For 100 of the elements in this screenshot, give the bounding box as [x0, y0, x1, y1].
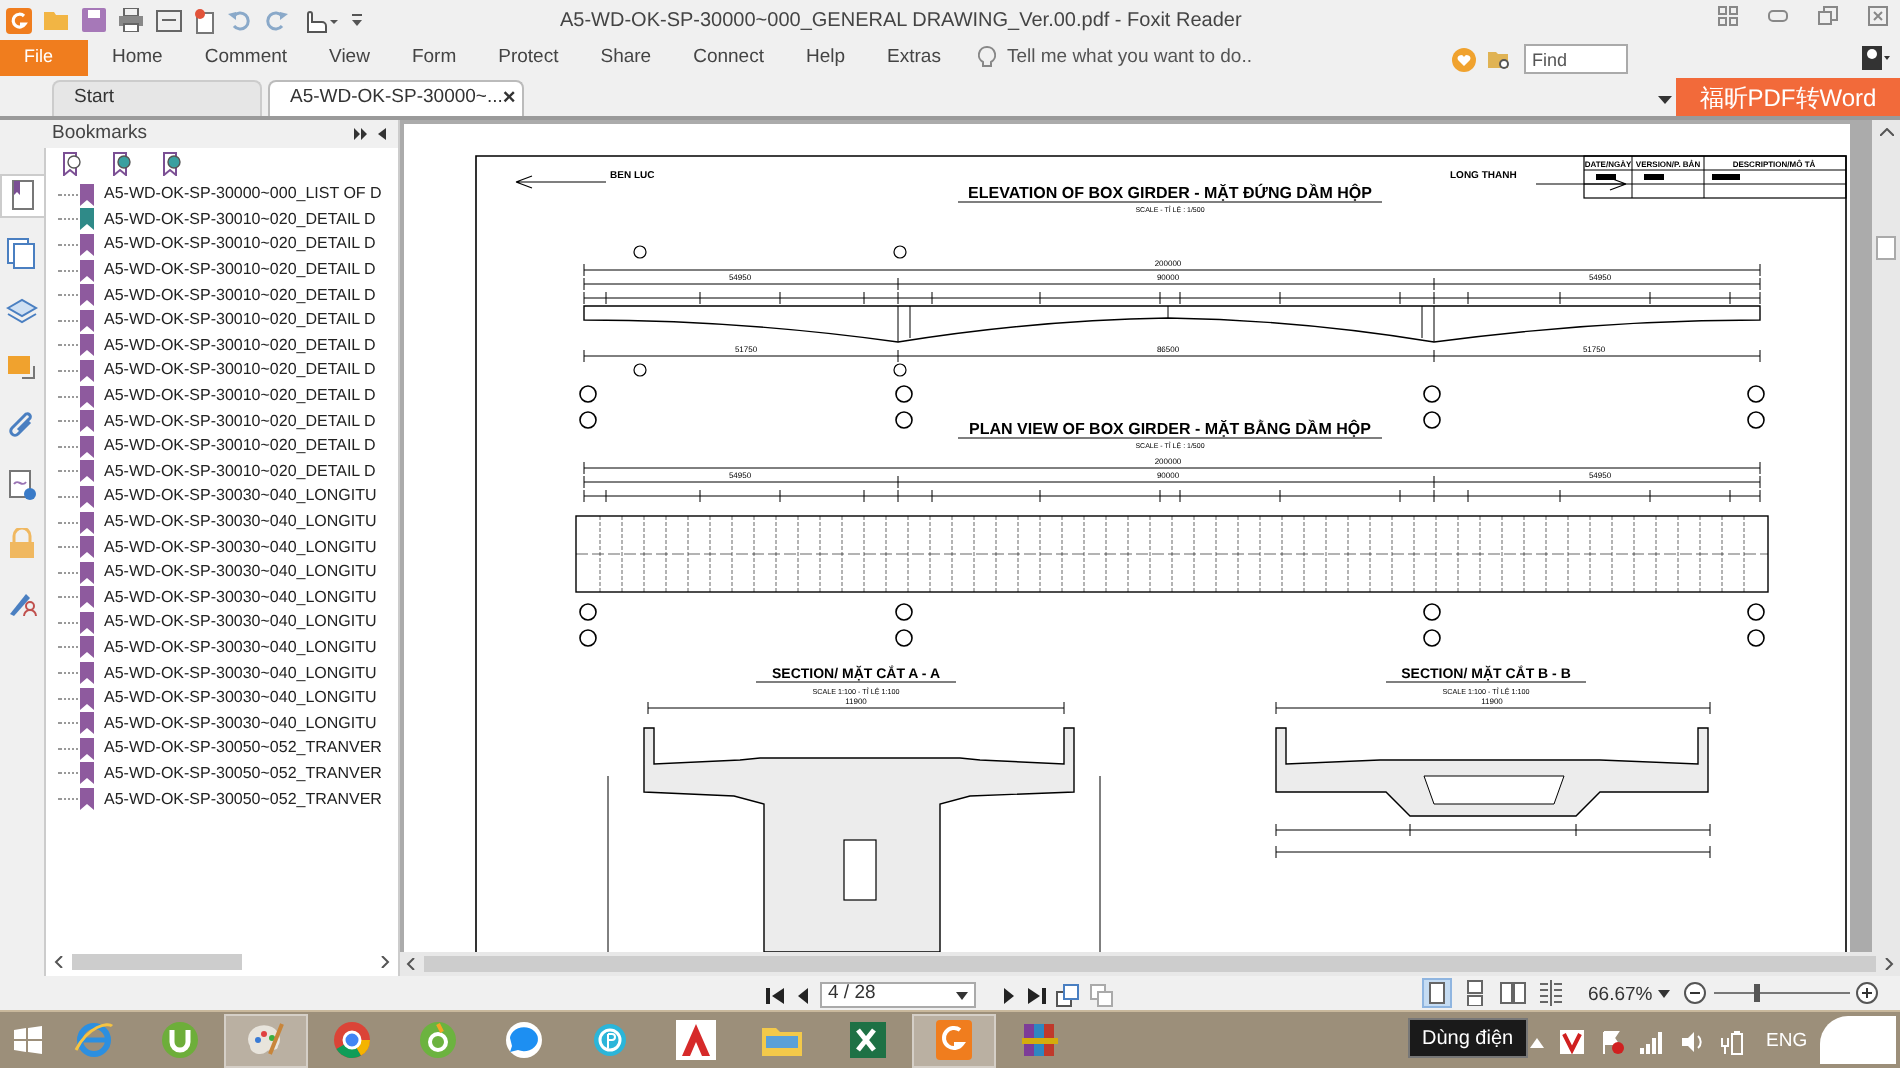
scroll-up-icon[interactable] [1879, 128, 1893, 136]
view-mode-button[interactable] [1498, 978, 1528, 1008]
menu-item[interactable]: Connect [693, 43, 764, 73]
v-shield-icon[interactable] [1560, 1030, 1584, 1055]
menu-item[interactable]: Protect [498, 43, 559, 73]
window-icon[interactable] [156, 9, 182, 31]
bookmark-item[interactable]: A5-WD-OK-SP-30010~020_DETAIL D [104, 283, 376, 308]
print-icon[interactable] [118, 8, 144, 32]
document-tab[interactable]: A5-WD-OK-SP-30000~...× [268, 80, 524, 116]
dropdown-icon[interactable] [352, 12, 362, 28]
view-mode-button[interactable] [1422, 978, 1452, 1008]
bookmark-item[interactable]: A5-WD-OK-SP-30030~040_LONGITU [104, 661, 377, 686]
scroll-left-icon[interactable] [54, 956, 64, 968]
next-page-icon[interactable] [1002, 985, 1016, 1005]
user-icon[interactable] [1862, 46, 1890, 70]
bookmark-item[interactable]: A5-WD-OK-SP-30030~040_LONGITU [104, 686, 377, 711]
slider-thumb[interactable] [1753, 984, 1759, 1002]
caret-icon[interactable] [1658, 96, 1672, 104]
folder-search-icon[interactable] [1488, 47, 1512, 71]
bookmark-item[interactable]: A5-WD-OK-SP-30050~052_TRANVER [104, 787, 382, 812]
page-number-field[interactable]: 4 / 28 [820, 982, 976, 1008]
speaker-icon[interactable] [1680, 1030, 1704, 1055]
bookmark-item[interactable]: A5-WD-OK-SP-30030~040_LONGITU [104, 535, 377, 560]
find-field[interactable]: Find [1524, 44, 1628, 74]
expand-icon[interactable] [354, 128, 368, 140]
menu-item[interactable]: Help [805, 43, 846, 73]
close-icon[interactable] [1868, 6, 1888, 26]
bookmark-item[interactable]: A5-WD-OK-SP-30030~040_LONGITU [104, 484, 377, 509]
bookmark-item[interactable]: A5-WD-OK-SP-30010~020_DETAIL D [104, 333, 376, 358]
bookmark-item[interactable]: A5-WD-OK-SP-30030~040_LONGITU [104, 610, 377, 635]
new-document-icon[interactable] [194, 7, 216, 33]
save-icon[interactable] [82, 8, 106, 32]
previous-page-icon[interactable] [796, 985, 810, 1005]
last-page-icon[interactable] [1026, 985, 1046, 1005]
bookmark-item[interactable]: A5-WD-OK-SP-30010~020_DETAIL D [104, 308, 376, 333]
signal-icon[interactable] [1640, 1030, 1664, 1055]
triangle-logo-icon [674, 1018, 718, 1062]
bookmark-item[interactable]: A5-WD-OK-SP-30010~020_DETAIL D [104, 232, 376, 257]
bookmark-item[interactable]: A5-WD-OK-SP-30010~020_DETAIL D [104, 358, 376, 383]
bookmark-item[interactable]: A5-WD-OK-SP-30000~000_LIST OF D [104, 182, 382, 207]
signed-document-icon [6, 470, 38, 502]
grid-icon[interactable] [1718, 6, 1738, 26]
menu-item[interactable]: Extras [887, 43, 941, 73]
bookmark-item[interactable]: A5-WD-OK-SP-30010~020_DETAIL D [104, 207, 376, 232]
flag-icon[interactable] [1600, 1030, 1624, 1055]
menu-item[interactable]: Form [411, 43, 457, 73]
bookmark-item[interactable]: A5-WD-OK-SP-30010~020_DETAIL D [104, 384, 376, 409]
bookmark-item[interactable]: A5-WD-OK-SP-30050~052_TRANVER [104, 736, 382, 761]
caret-icon[interactable] [956, 991, 968, 999]
scroll-right-icon[interactable] [1884, 958, 1894, 970]
zoom-in-icon[interactable] [1856, 982, 1878, 1004]
battery-plug-icon[interactable] [1720, 1029, 1744, 1056]
pier-marker [895, 385, 913, 403]
collapse-icon[interactable] [378, 128, 386, 140]
scroll-thumb[interactable] [1876, 236, 1896, 260]
taskbar-button[interactable] [224, 1013, 308, 1067]
minimize-icon[interactable] [1768, 10, 1788, 22]
bookmark-item[interactable]: A5-WD-OK-SP-30030~040_LONGITU [104, 510, 377, 535]
bookmark-item[interactable]: A5-WD-OK-SP-30030~040_LONGITU [104, 711, 377, 736]
bookmark-item[interactable]: A5-WD-OK-SP-30010~020_DETAIL D [104, 434, 376, 459]
bookmark-item[interactable]: A5-WD-OK-SP-30010~020_DETAIL D [104, 459, 376, 484]
lightbulb-icon[interactable] [978, 46, 997, 70]
bookmark-item[interactable]: A5-WD-OK-SP-30030~040_LONGITU [104, 560, 377, 585]
pier-marker [1747, 385, 1765, 403]
spreadsheet-icon [846, 1018, 890, 1062]
bookmark-item[interactable]: A5-WD-OK-SP-30010~020_DETAIL D [104, 409, 376, 434]
windows-logo-icon[interactable] [14, 1026, 42, 1054]
up-arrow-icon[interactable] [1530, 1037, 1544, 1048]
pier-marker [1423, 629, 1441, 647]
bookmark-tool-icon[interactable] [112, 152, 132, 176]
menu-item[interactable]: Share [600, 43, 652, 73]
menu-item[interactable]: View [329, 43, 370, 73]
bookmark-tool-icon[interactable] [62, 152, 82, 176]
menu-item[interactable]: Home [112, 43, 163, 73]
bookmark-item[interactable]: A5-WD-OK-SP-30010~020_DETAIL D [104, 258, 376, 283]
bookmark-tool-icon[interactable] [162, 152, 182, 176]
zoom-out-icon[interactable] [1684, 982, 1706, 1004]
menu-item[interactable]: Comment [204, 43, 288, 73]
view-mode-button[interactable] [1536, 978, 1566, 1008]
pier-marker [1747, 603, 1765, 621]
scroll-left-icon[interactable] [406, 958, 416, 970]
bookmark-item[interactable]: A5-WD-OK-SP-30030~040_LONGITU [104, 585, 377, 610]
document-tab[interactable]: Start [52, 80, 262, 116]
pages-icon [6, 238, 38, 270]
restore-icon[interactable] [1818, 6, 1838, 26]
pier-marker [895, 411, 913, 429]
close-tab-button[interactable]: × [502, 82, 516, 116]
view-title: ELEVATION OF BOX GIRDER - MẶT ĐỨNG DẦM HỘP [968, 184, 1372, 202]
horizontal-scrollbar[interactable] [400, 952, 1900, 976]
pages-icon[interactable] [1090, 983, 1114, 1007]
vertical-scrollbar[interactable] [1872, 120, 1900, 952]
scroll-right-icon[interactable] [380, 956, 390, 968]
side-panel-tab[interactable] [0, 174, 44, 218]
tell-me-field[interactable]: Tell me what you want to do.. [1006, 43, 1407, 73]
bookmark-item[interactable]: A5-WD-OK-SP-30050~052_TRANVER [104, 761, 382, 786]
first-page-icon[interactable] [766, 985, 786, 1005]
page-copy-icon[interactable] [1056, 983, 1080, 1007]
bookmark-item[interactable]: A5-WD-OK-SP-30030~040_LONGITU [104, 635, 377, 660]
app-logo-icon[interactable] [6, 7, 32, 33]
caret-icon[interactable] [1658, 990, 1670, 998]
